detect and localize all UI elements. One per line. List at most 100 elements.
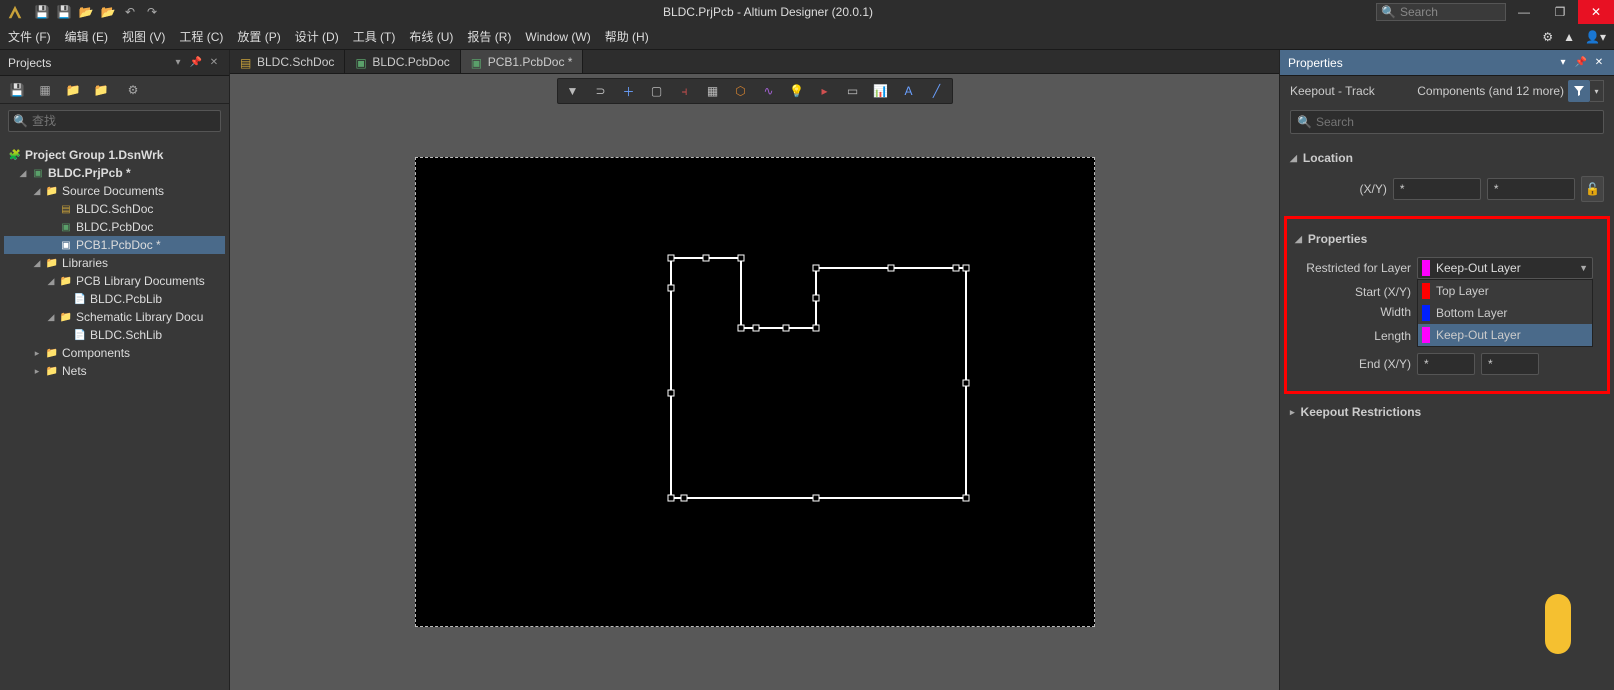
panel-pin-button[interactable]: 📌 — [1574, 56, 1588, 70]
tree-nets[interactable]: ▸📁Nets — [4, 362, 225, 380]
qat-open-icon[interactable]: 📂 — [78, 4, 94, 20]
maximize-button[interactable]: ❐ — [1542, 0, 1578, 24]
menu-view[interactable]: 视图 (V) — [122, 28, 165, 45]
selection-handle[interactable] — [812, 265, 819, 272]
selection-handle[interactable] — [737, 325, 744, 332]
line-icon[interactable]: ╱ — [928, 82, 946, 100]
rect-icon[interactable]: ▢ — [648, 82, 666, 100]
save-icon[interactable]: 💾 — [8, 81, 26, 99]
board-icon[interactable]: ▭ — [844, 82, 862, 100]
tree-schdoc[interactable]: ▤BLDC.SchDoc — [4, 200, 225, 218]
tree-schlibdocs[interactable]: ◢📁Schematic Library Docu — [4, 308, 225, 326]
projects-search-input[interactable]: 🔍 — [8, 110, 221, 132]
panel-pin-button[interactable]: 📌 — [189, 56, 203, 70]
properties-search-field[interactable] — [1316, 115, 1597, 129]
layer-option-bottom[interactable]: Bottom Layer — [1418, 302, 1592, 324]
menu-file[interactable]: 文件 (F) — [8, 28, 51, 45]
selection-handle[interactable] — [782, 325, 789, 332]
user-icon[interactable]: 👤▾ — [1585, 30, 1606, 44]
selection-handle[interactable] — [812, 295, 819, 302]
y-input[interactable]: * — [1487, 178, 1575, 200]
snap-icon[interactable]: ⊃ — [592, 82, 610, 100]
text-icon[interactable]: A — [900, 82, 918, 100]
gear-icon[interactable]: ⚙ — [124, 81, 142, 99]
selection-handle[interactable] — [737, 255, 744, 262]
global-search-input[interactable]: 🔍 Search — [1376, 3, 1506, 21]
menu-edit[interactable]: 编辑 (E) — [65, 28, 108, 45]
selection-handle[interactable] — [667, 255, 674, 262]
tree-schlib[interactable]: 📄BLDC.SchLib — [4, 326, 225, 344]
grid-icon[interactable]: ▦ — [704, 82, 722, 100]
lock-button[interactable]: 🔓 — [1581, 176, 1604, 202]
compile-icon[interactable]: ▦ — [36, 81, 54, 99]
menu-project[interactable]: 工程 (C) — [179, 28, 223, 45]
filter-button[interactable] — [1568, 80, 1590, 102]
tree-pcbdoc[interactable]: ▣BLDC.PcbDoc — [4, 218, 225, 236]
canvas[interactable]: ▼ ⊃ ＋ ▢ ⫞ ▦ ⬡ ∿ 💡 ▸ ▭ 📊 A ╱ — [230, 74, 1279, 690]
menu-window[interactable]: Window (W) — [525, 30, 590, 44]
selection-handle[interactable] — [962, 495, 969, 502]
tree-pcblib[interactable]: 📄BLDC.PcbLib — [4, 290, 225, 308]
selection-handle[interactable] — [812, 325, 819, 332]
notifications-icon[interactable]: ▲ — [1563, 30, 1575, 44]
projects-search-field[interactable] — [32, 114, 216, 128]
selection-handle[interactable] — [667, 495, 674, 502]
endy-input[interactable]: * — [1481, 353, 1539, 375]
qat-saveall-icon[interactable]: 💾 — [56, 4, 72, 20]
layer-dropdown[interactable]: Keep-Out Layer ▼ Top Layer Bottom Layer … — [1417, 257, 1593, 279]
panel-menu-button[interactable]: ▾ — [1556, 56, 1570, 70]
menu-route[interactable]: 布线 (U) — [409, 28, 453, 45]
section-location-header[interactable]: ◢Location — [1280, 144, 1614, 172]
properties-search-input[interactable]: 🔍 — [1290, 110, 1604, 134]
tree-pcblibdocs[interactable]: ◢📁PCB Library Documents — [4, 272, 225, 290]
selection-handle[interactable] — [702, 255, 709, 262]
layer-option-keepout[interactable]: Keep-Out Layer — [1418, 324, 1592, 346]
selection-handle[interactable] — [962, 380, 969, 387]
qat-save-icon[interactable]: 💾 — [34, 4, 50, 20]
bulb-icon[interactable]: 💡 — [788, 82, 806, 100]
chart-icon[interactable]: 📊 — [872, 82, 890, 100]
qat-undo-icon[interactable]: ↶ — [122, 4, 138, 20]
tab-pcb1[interactable]: ▣PCB1.PcbDoc * — [461, 50, 584, 73]
align-icon[interactable]: ⫞ — [676, 82, 694, 100]
tree-components[interactable]: ▸📁Components — [4, 344, 225, 362]
folder-refresh-icon[interactable]: 📁 — [92, 81, 110, 99]
section-keepout-header[interactable]: ▸Keepout Restrictions — [1280, 398, 1614, 426]
filter-dropdown-button[interactable]: ▾ — [1590, 80, 1604, 102]
minimize-button[interactable]: — — [1506, 0, 1542, 24]
settings-icon[interactable]: ⚙ — [1542, 30, 1553, 44]
qat-openprj-icon[interactable]: 📂 — [100, 4, 116, 20]
tab-schdoc[interactable]: ▤BLDC.SchDoc — [230, 50, 345, 73]
endx-input[interactable]: * — [1417, 353, 1475, 375]
tree-source-docs[interactable]: ◢📁Source Documents — [4, 182, 225, 200]
flag-icon[interactable]: ▸ — [816, 82, 834, 100]
folder-add-icon[interactable]: 📁 — [64, 81, 82, 99]
layer-option-top[interactable]: Top Layer — [1418, 280, 1592, 302]
x-input[interactable]: * — [1393, 178, 1481, 200]
arc-icon[interactable]: ∿ — [760, 82, 778, 100]
menu-place[interactable]: 放置 (P) — [237, 28, 280, 45]
selection-handle[interactable] — [752, 325, 759, 332]
tree-libraries[interactable]: ◢📁Libraries — [4, 254, 225, 272]
selection-handle[interactable] — [667, 285, 674, 292]
filter-icon[interactable]: ▼ — [564, 82, 582, 100]
menu-design[interactable]: 设计 (D) — [295, 28, 339, 45]
selection-handle[interactable] — [962, 265, 969, 272]
qat-redo-icon[interactable]: ↷ — [144, 4, 160, 20]
pcb-board[interactable] — [415, 157, 1095, 627]
tree-project[interactable]: ◢▣BLDC.PrjPcb * — [4, 164, 225, 182]
tree-group[interactable]: 🧩Project Group 1.DsnWrk — [4, 146, 225, 164]
tree-pcb1[interactable]: ▣PCB1.PcbDoc * — [4, 236, 225, 254]
section-properties-header[interactable]: ◢Properties — [1291, 225, 1603, 253]
poly-icon[interactable]: ⬡ — [732, 82, 750, 100]
close-button[interactable]: ✕ — [1578, 0, 1614, 24]
panel-close-button[interactable]: ✕ — [207, 56, 221, 70]
selection-handle[interactable] — [812, 495, 819, 502]
selection-handle[interactable] — [667, 390, 674, 397]
plus-icon[interactable]: ＋ — [620, 82, 638, 100]
selection-handle[interactable] — [952, 265, 959, 272]
selection-handle[interactable] — [680, 495, 687, 502]
panel-menu-button[interactable]: ▾ — [171, 56, 185, 70]
tab-pcbdoc[interactable]: ▣BLDC.PcbDoc — [345, 50, 460, 73]
menu-reports[interactable]: 报告 (R) — [467, 28, 511, 45]
